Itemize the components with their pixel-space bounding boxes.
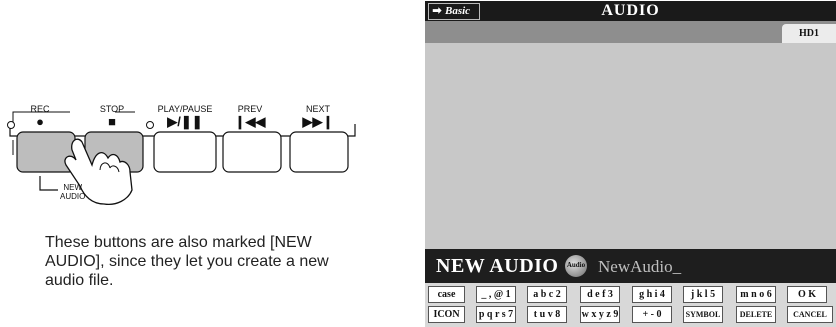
new-audio-mark: NEW AUDIO	[60, 183, 85, 201]
key-abc2[interactable]: a b c 2	[527, 286, 567, 303]
stop-icon: ■	[108, 114, 116, 129]
title-bar: ➡ Basic AUDIO	[425, 1, 836, 21]
prev-label: PREV	[237, 104, 263, 114]
name-bar-title: NEW AUDIO	[436, 255, 559, 277]
prev-button-shape	[222, 131, 282, 173]
stop-label: STOP	[99, 104, 125, 114]
key-symbols-1[interactable]: _ , @ 1	[476, 286, 516, 303]
file-name-input[interactable]: NewAudio_	[598, 257, 681, 277]
play-led-icon	[146, 121, 154, 129]
file-list-area[interactable]	[425, 43, 836, 249]
audio-screen: ➡ Basic AUDIO HD1 NEW AUDIO Audio NewAudi…	[425, 1, 836, 327]
record-icon: ●	[36, 114, 44, 129]
audio-file-icon[interactable]: Audio	[565, 255, 587, 277]
tab-hd1[interactable]: HD1	[782, 24, 836, 43]
new-audio-mark-line1: NEW	[63, 183, 82, 192]
rec-label: REC	[30, 104, 50, 114]
key-mno6[interactable]: m n o 6	[736, 286, 776, 303]
fast-forward-icon: ▶▶❙	[302, 114, 334, 129]
key-plus-minus-0[interactable]: + - 0	[632, 306, 672, 323]
new-audio-mark-line2: AUDIO	[60, 192, 86, 201]
key-symbol[interactable]: SYMBOL	[683, 306, 723, 323]
character-keypad: case _ , @ 1 a b c 2 d e f 3 g h i 4 j k…	[425, 283, 836, 327]
screen-title: AUDIO	[601, 2, 660, 19]
name-entry-bar: NEW AUDIO Audio NewAudio_	[425, 249, 836, 283]
rewind-icon: ❙◀◀	[234, 114, 266, 129]
drive-tab-row	[425, 21, 836, 43]
panel-illustration: REC STOP PLAY/PAUSE PREV NEXT ● ■ ▶/❚❚ ❙…	[0, 0, 400, 327]
key-case[interactable]: case	[428, 286, 465, 303]
delete-button[interactable]: DELETE	[736, 306, 776, 323]
play-pause-icon: ▶/❚❚	[167, 114, 203, 129]
key-def3[interactable]: d e f 3	[580, 286, 620, 303]
ok-button[interactable]: O K	[787, 286, 827, 303]
key-icon[interactable]: ICON	[428, 306, 465, 323]
cancel-button[interactable]: CANCEL	[787, 306, 833, 323]
next-label: NEXT	[305, 104, 330, 114]
audio-file-icon-text: Audio	[566, 261, 586, 269]
key-ghi4[interactable]: g h i 4	[632, 286, 672, 303]
next-button-shape	[289, 131, 349, 173]
key-tuv8[interactable]: t u v 8	[527, 306, 567, 323]
play-pause-label: PLAY/PAUSE	[157, 104, 213, 114]
caption-text: These buttons are also marked [NEW AUDIO…	[45, 234, 329, 289]
play-pause-button-shape	[153, 131, 217, 173]
key-jkl5[interactable]: j k l 5	[683, 286, 723, 303]
new-audio-bracket	[39, 176, 58, 191]
key-wxyz9[interactable]: w x y z 9	[580, 306, 620, 323]
key-pqrs7[interactable]: p q r s 7	[476, 306, 516, 323]
